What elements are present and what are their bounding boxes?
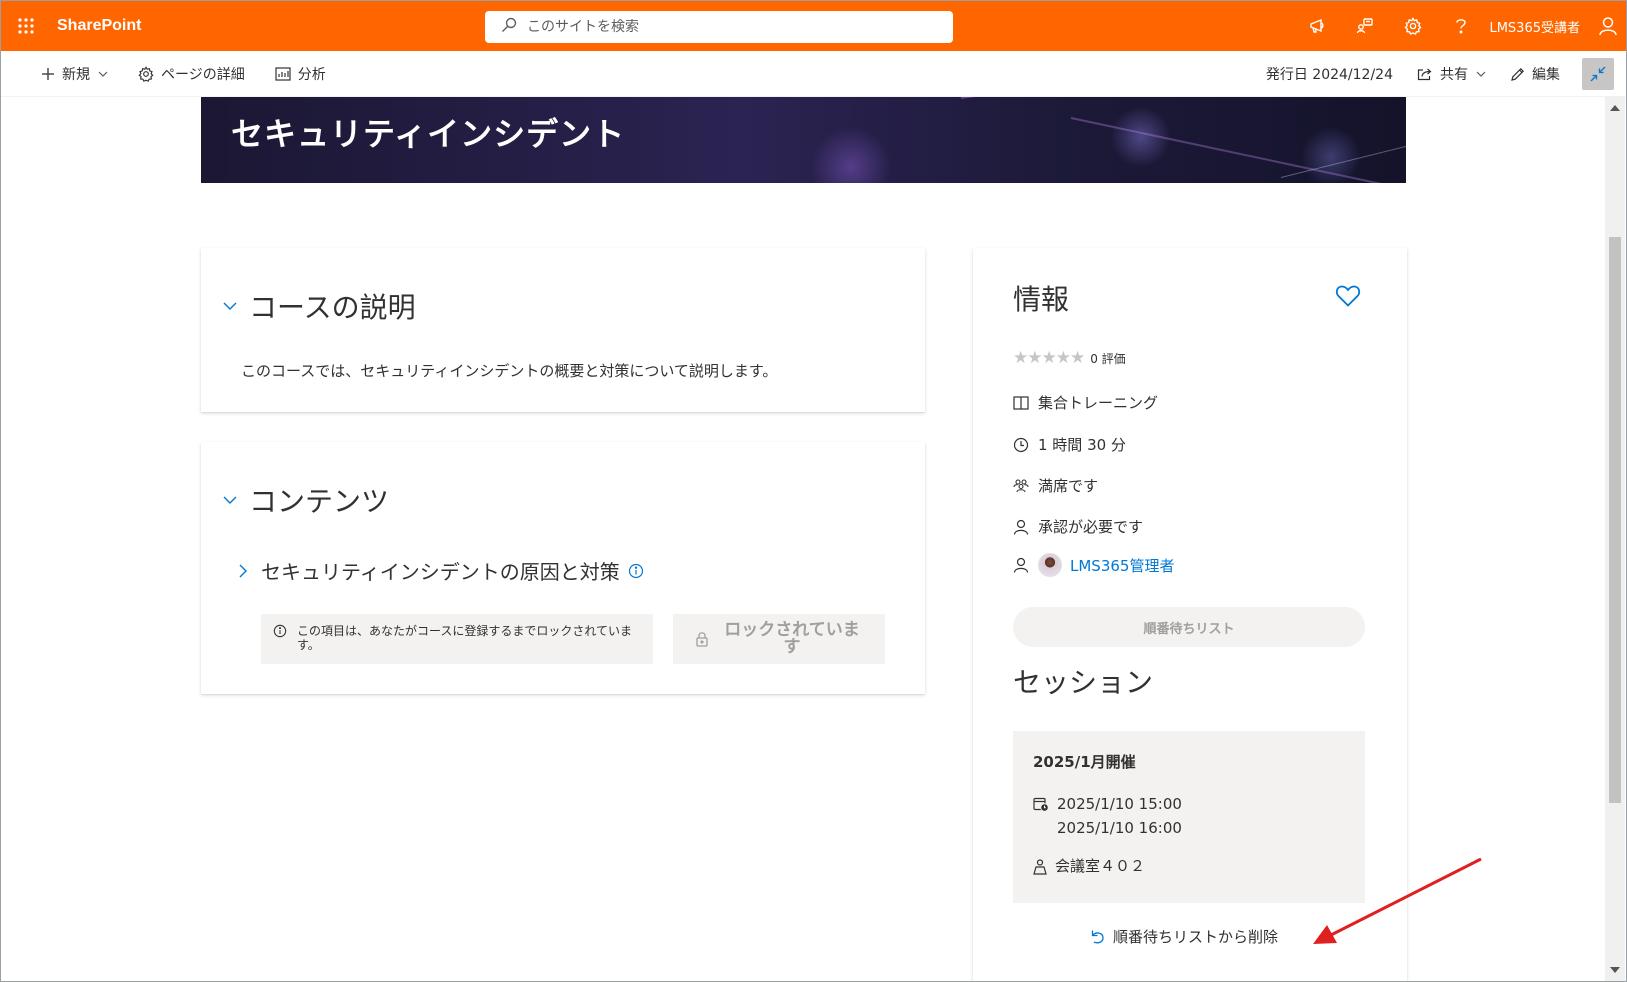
info-icon[interactable] (628, 563, 644, 579)
course-description-card: コースの説明 このコースでは、セキュリティインシデントの概要と対策について説明し… (201, 248, 925, 412)
share-button[interactable]: 共有 (1405, 51, 1498, 97)
published-date: 発行日 2024/12/24 (1265, 67, 1393, 83)
person-icon[interactable] (1588, 1, 1626, 51)
training-type-label: 集合トレーニング (1038, 394, 1159, 412)
gear-icon[interactable] (1389, 1, 1437, 51)
approval: 承認が必要です (1013, 516, 1143, 537)
scroll-thumb[interactable] (1609, 237, 1621, 803)
chevron-down-icon (1476, 71, 1486, 77)
collapse-button[interactable] (1582, 58, 1614, 90)
lock-note-text: この項目は、あなたがコースに登録するまでロックされています。 (297, 624, 633, 652)
suite-bar: SharePoint このサイトを検索 LMS365受講者 (1, 1, 1626, 51)
chevron-down-icon (223, 496, 237, 504)
description-text: このコースでは、セキュリティインシデントの概要と対策について説明します。 (241, 362, 778, 380)
session-end: 2025/1/10 16:00 (1057, 819, 1182, 837)
chevron-right-icon (239, 564, 247, 577)
scroll-up-arrow[interactable] (1610, 105, 1620, 111)
browser-frame: SharePoint このサイトを検索 LMS365受講者 新規 ページの詳細 … (0, 0, 1627, 982)
share-arrow-icon (1417, 68, 1432, 81)
location-person-icon (1033, 859, 1047, 875)
edit-button[interactable]: 編集 (1498, 51, 1572, 97)
duration-label: 1 時間 30 分 (1038, 436, 1126, 454)
avatar[interactable] (1038, 553, 1062, 577)
clock-icon (1013, 437, 1029, 452)
new-button[interactable]: 新規 (29, 51, 120, 97)
site-search-box[interactable] (485, 11, 953, 43)
page-details-label: ページの詳細 (161, 66, 245, 83)
collapse-icon (1590, 66, 1606, 82)
remove-from-waitlist-link[interactable]: 順番待ちリストから削除 (1089, 926, 1278, 947)
person-icon (1013, 557, 1029, 573)
remove-link-label: 順番待ちリストから削除 (1113, 928, 1279, 946)
page-scrollbar[interactable] (1605, 97, 1625, 981)
people-icon (1013, 478, 1029, 492)
content-item[interactable]: セキュリティインシデントの原因と対策 (239, 556, 644, 585)
session-location-label: 会議室４０２ (1055, 857, 1146, 875)
person-icon (1013, 519, 1029, 535)
contents-title: コンテンツ (249, 485, 390, 518)
search-input[interactable] (527, 19, 927, 35)
author[interactable]: LMS365管理者 (1013, 553, 1174, 577)
calendar-clock-icon (1033, 797, 1049, 812)
approval-label: 承認が必要です (1038, 518, 1144, 536)
info-title: 情報 (1013, 283, 1070, 316)
contents-header[interactable]: コンテンツ (223, 480, 389, 520)
share-icon[interactable] (1341, 1, 1389, 51)
session-start: 2025/1/10 15:00 (1057, 795, 1182, 813)
rating-text: 0 評価 (1090, 351, 1126, 366)
pencil-icon (1511, 67, 1525, 81)
megaphone-icon[interactable] (1293, 1, 1341, 51)
session-title: セッション (1013, 666, 1154, 699)
session-location: 会議室４０２ (1033, 854, 1345, 878)
scroll-down-arrow[interactable] (1610, 967, 1620, 973)
page-title: セキュリティインシデント (231, 115, 626, 153)
author-link[interactable]: LMS365管理者 (1070, 555, 1174, 576)
edit-label: 編集 (1532, 67, 1560, 83)
gear-icon (138, 65, 154, 82)
info-icon (273, 624, 287, 638)
user-name[interactable]: LMS365受講者 (1489, 17, 1580, 36)
chevron-down-icon (98, 71, 108, 77)
plus-icon (42, 67, 54, 80)
share-label: 共有 (1440, 67, 1468, 83)
undo-icon (1091, 930, 1104, 943)
page-details-button[interactable]: ページの詳細 (126, 51, 257, 97)
new-label: 新規 (62, 66, 90, 83)
lock-note: この項目は、あなたがコースに登録するまでロックされています。 (261, 614, 653, 664)
content-item-title: セキュリティインシデントの原因と対策 (261, 560, 620, 584)
rating-stars[interactable]: ★★★★★ (1013, 348, 1085, 368)
contents-card: コンテンツ セキュリティインシデントの原因と対策 この項目は、あなたがコースに登… (201, 442, 925, 694)
hero-banner: セキュリティインシデント (201, 97, 1406, 183)
lock-icon (696, 632, 708, 647)
sharepoint-brand[interactable]: SharePoint (57, 17, 141, 35)
analytics-icon (275, 66, 291, 81)
locked-button[interactable]: ロックされています (673, 614, 885, 664)
chevron-down-icon (223, 302, 237, 310)
analytics-label: 分析 (297, 66, 326, 83)
waitlist-button[interactable]: 順番待ちリスト (1013, 607, 1365, 647)
duration: 1 時間 30 分 (1013, 434, 1126, 455)
capacity: 満席です (1013, 475, 1098, 496)
annotation-arrow (1313, 857, 1482, 944)
search-icon (501, 17, 517, 37)
description-title: コースの説明 (249, 291, 416, 324)
command-bar: 新規 ページの詳細 分析 発行日 2024/12/24 共有 編集 (1, 51, 1626, 97)
locked-button-label: ロックされています (724, 620, 860, 657)
analytics-button[interactable]: 分析 (263, 51, 338, 97)
description-header[interactable]: コースの説明 (223, 286, 416, 326)
training-type: 集合トレーニング (1013, 392, 1158, 413)
heart-icon[interactable] (1335, 284, 1361, 308)
help-icon[interactable] (1437, 1, 1485, 51)
session-name: 2025/1月開催 (1033, 753, 1136, 771)
waffle-icon[interactable] (1, 1, 51, 51)
capacity-label: 満席です (1038, 477, 1099, 495)
book-icon (1013, 395, 1029, 410)
rating[interactable]: ★★★★★ 0 評価 (1013, 348, 1126, 368)
session-datetime: 2025/1/10 15:00 2025/1/10 16:00 (1033, 792, 1345, 840)
